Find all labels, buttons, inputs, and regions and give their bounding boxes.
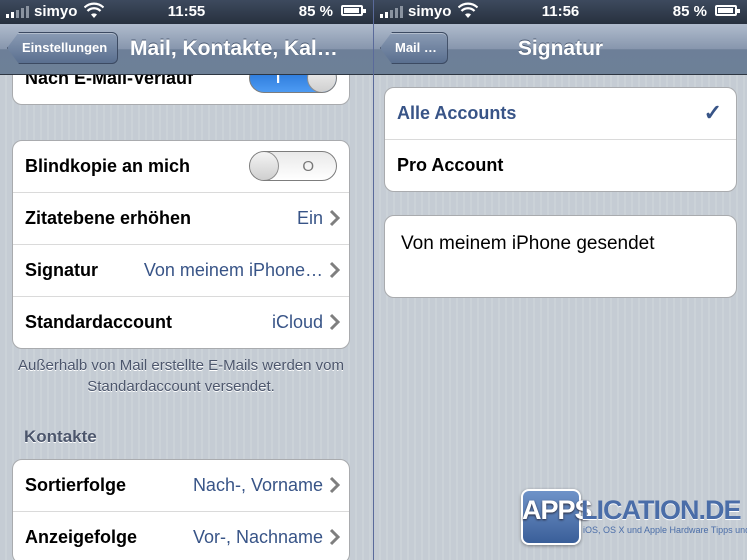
blindkopie-label: Blindkopie an mich	[25, 156, 191, 176]
option-pro-account[interactable]: Pro Account	[385, 140, 736, 191]
sortierfolge-value: Nach-, Vorname	[192, 475, 323, 495]
standardaccount-row[interactable]: Standardaccount iCloud	[13, 297, 349, 348]
option-label: Pro Account	[397, 155, 504, 175]
left-panel: simyo 11:55 85 % Einstellungen Mail, Kon…	[0, 0, 373, 560]
option-alle-accounts[interactable]: Alle Accounts ✓	[385, 88, 736, 140]
battery-percentage: 85 %	[298, 3, 333, 20]
contacts-group: Sortierfolge Nach-, Vorname Anzeigefolge…	[12, 459, 350, 560]
toggle-off-mark: O	[302, 158, 314, 175]
signatur-label: Signatur	[25, 260, 99, 280]
settings-group: Blindkopie an mich O Zitatebene erhöhen …	[12, 140, 350, 349]
chevron-right-icon	[329, 313, 341, 331]
blindkopie-row: Blindkopie an mich O	[13, 141, 349, 193]
anzeigefolge-row[interactable]: Anzeigefolge Vor-, Nachname	[13, 512, 349, 560]
status-bar: simyo 11:56 85 %	[374, 0, 747, 24]
checkmark-icon: ✓	[703, 100, 722, 125]
status-bar: simyo 11:55 85 %	[0, 0, 373, 24]
right-panel: simyo 11:56 85 % Mail … Signatur Alle Ac…	[374, 0, 747, 560]
signatur-row[interactable]: Signatur Von meinem iPhone…	[13, 245, 349, 297]
appslication-watermark-logo: APPS LICATION.DE iOS, OS X und Apple Har…	[521, 485, 747, 550]
signatur-value: Von meinem iPhone…	[143, 260, 323, 280]
chevron-right-icon	[329, 261, 341, 279]
battery-percentage: 85 %	[672, 3, 707, 20]
navigation-bar-overlay: Einstellungen Mail, Kontakte, Kal…	[0, 24, 373, 75]
page-title-overlay: Mail, Kontakte, Kal…	[130, 37, 338, 60]
chevron-right-icon	[329, 209, 341, 227]
anzeigefolge-label: Anzeigefolge	[25, 527, 138, 547]
sortierfolge-label: Sortierfolge	[25, 475, 127, 495]
zitatebene-row[interactable]: Zitatebene erhöhen Ein	[13, 193, 349, 245]
page-title: Signatur	[517, 37, 604, 60]
standardaccount-value: iCloud	[271, 312, 323, 332]
logo-rest-text: LICATION.DE	[581, 495, 741, 525]
option-label: Alle Accounts	[397, 103, 517, 123]
standardaccount-label: Standardaccount	[25, 312, 173, 332]
signature-text-field[interactable]: Von meinem iPhone gesendet	[384, 215, 737, 298]
chevron-right-icon	[329, 528, 341, 546]
sortierfolge-row[interactable]: Sortierfolge Nach-, Vorname	[13, 460, 349, 512]
signature-text: Von meinem iPhone gesendet	[401, 233, 655, 254]
signature-scope-group: Alle Accounts ✓ Pro Account	[384, 87, 737, 192]
toggle-knob	[250, 152, 279, 180]
back-button[interactable]: Einstellungen	[7, 32, 119, 64]
standardaccount-footnote: Außerhalb von Mail erstellte E-Mails wer…	[18, 357, 344, 395]
chevron-right-icon	[329, 476, 341, 494]
zitatebene-value: Ein	[296, 208, 323, 228]
battery-icon	[715, 5, 740, 16]
zitatebene-label: Zitatebene erhöhen	[25, 208, 192, 228]
logo-tagline: iOS, OS X und Apple Hardware Tipps und T…	[583, 525, 747, 535]
navigation-bar: Mail … Signatur	[374, 24, 747, 75]
contacts-section-header: Kontakte	[24, 427, 97, 446]
anzeigefolge-value: Vor-, Nachname	[192, 527, 323, 547]
battery-icon	[341, 5, 366, 16]
blindkopie-toggle[interactable]: O	[249, 151, 337, 181]
